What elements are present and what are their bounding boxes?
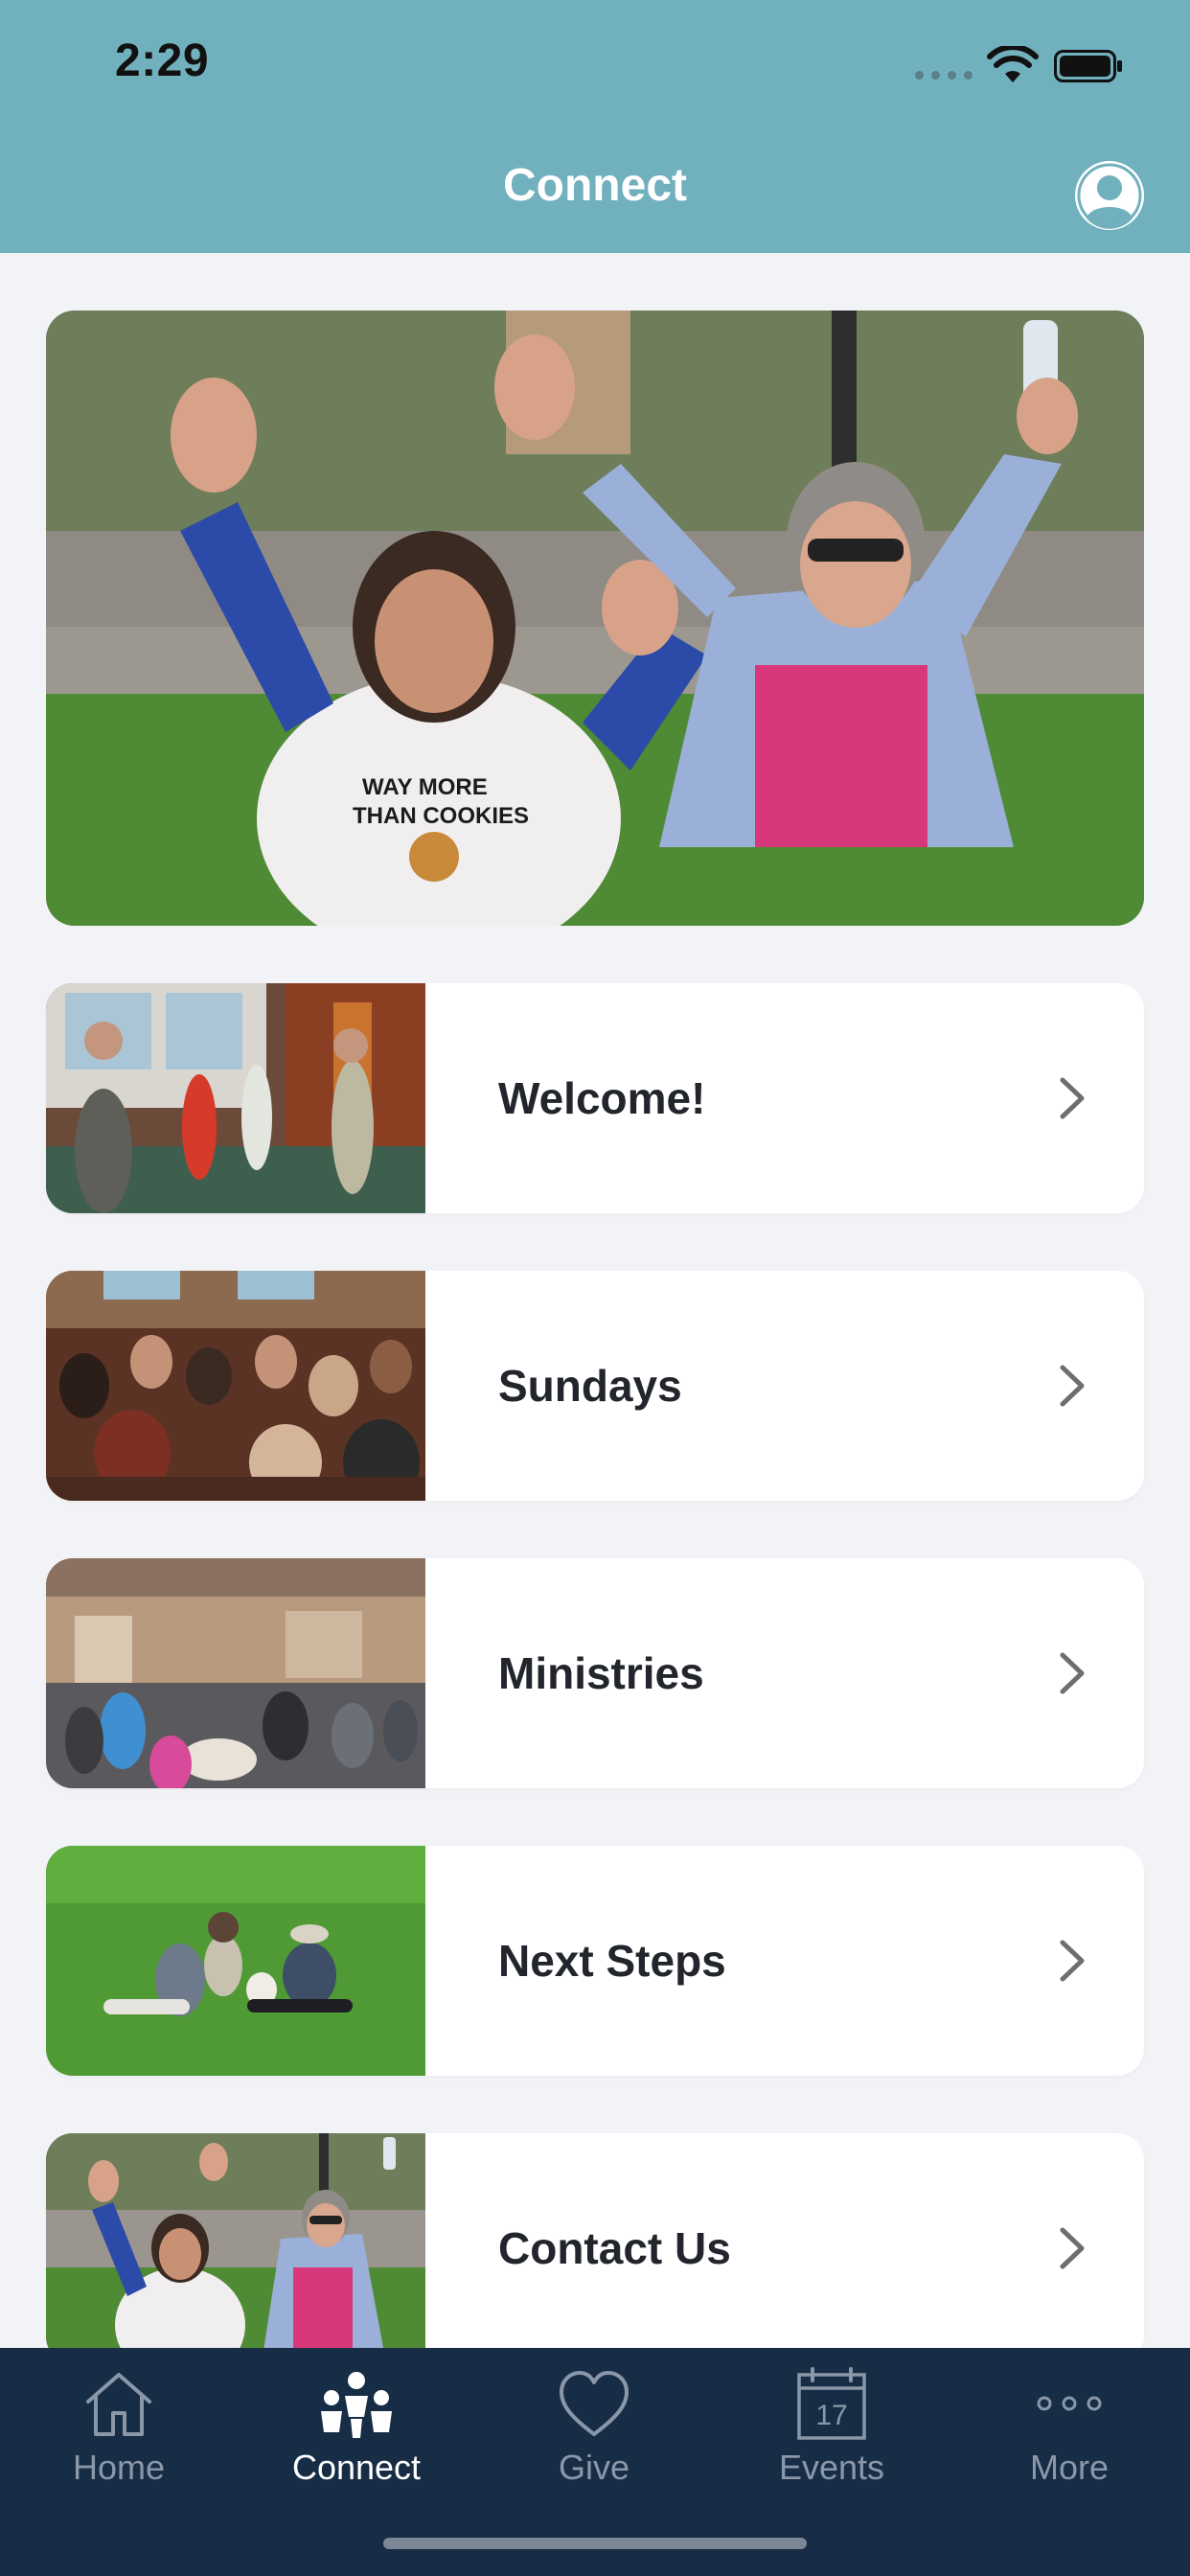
two-women-waving-photo: WAY MORE THAN COOKIES: [46, 310, 1144, 926]
menu-item-label: Ministries: [498, 1648, 704, 1698]
user-circle-icon: [1075, 161, 1144, 230]
status-time: 2:29: [115, 35, 210, 86]
tab-label: Events: [778, 2448, 885, 2487]
chevron-right-icon: [1060, 1652, 1085, 1694]
fellowship-hall-photo: [46, 1558, 425, 1788]
menu-item-label: Sundays: [498, 1361, 682, 1411]
calendar-icon: 17: [797, 2367, 866, 2440]
chevron-right-icon: [1060, 1077, 1085, 1119]
people-icon: [321, 2372, 392, 2438]
home-indicator[interactable]: [383, 2538, 807, 2549]
tab-label: Give: [558, 2448, 630, 2487]
menu-item-welcome[interactable]: Welcome!: [46, 983, 1144, 1213]
tab-label: More: [1029, 2448, 1110, 2487]
chevron-right-icon: [1060, 1365, 1085, 1407]
tab-connect[interactable]: Connect: [238, 2348, 475, 2520]
svg-text:WAY MORE: WAY MORE: [362, 774, 488, 800]
menu-item-contact-us[interactable]: Contact Us: [46, 2133, 1144, 2348]
menu-item-next-steps[interactable]: Next Steps: [46, 1846, 1144, 2076]
family-on-lawn-photo: [46, 1846, 425, 2076]
hero-image: WAY MORE THAN COOKIES: [46, 310, 1144, 926]
svg-text:THAN COOKIES: THAN COOKIES: [353, 803, 529, 829]
battery-icon: [1054, 50, 1122, 82]
two-women-waving-photo: [46, 2133, 425, 2348]
wifi-icon: [987, 46, 1039, 82]
lobby-greeting-photo: [46, 983, 425, 1213]
menu-thumbnail: [46, 1271, 425, 1501]
menu-thumbnail: [46, 1846, 425, 2076]
page-title: Connect: [503, 160, 687, 211]
menu-thumbnail: [46, 2133, 425, 2348]
tab-label: Home: [72, 2448, 166, 2487]
menu-item-label: Welcome!: [498, 1073, 706, 1123]
more-dots-icon: [1037, 2396, 1102, 2411]
home-icon: [86, 2373, 151, 2436]
tab-events[interactable]: 17 Events: [713, 2348, 950, 2520]
tab-more[interactable]: More: [950, 2348, 1188, 2520]
header-bar: 2:29 Connect: [0, 0, 1190, 253]
menu-thumbnail: [46, 1558, 425, 1788]
calendar-day: 17: [815, 2400, 847, 2431]
menu-item-label: Next Steps: [498, 1936, 726, 1986]
menu-item-sundays[interactable]: Sundays: [46, 1271, 1144, 1501]
tab-home[interactable]: Home: [0, 2348, 238, 2520]
chevron-right-icon: [1060, 2227, 1085, 2269]
menu-item-ministries[interactable]: Ministries: [46, 1558, 1144, 1788]
profile-button[interactable]: [1075, 161, 1144, 230]
tab-label: Connect: [291, 2448, 422, 2487]
heart-icon: [560, 2371, 629, 2436]
tab-give[interactable]: Give: [475, 2348, 713, 2520]
menu-thumbnail: [46, 983, 425, 1213]
cellular-signal-icon: [915, 71, 973, 80]
menu-item-label: Contact Us: [498, 2223, 731, 2273]
connect-content[interactable]: WAY MORE THAN COOKIES Welcome! Sundays M…: [0, 253, 1190, 2348]
chevron-right-icon: [1060, 1940, 1085, 1982]
congregation-seated-photo: [46, 1271, 425, 1501]
